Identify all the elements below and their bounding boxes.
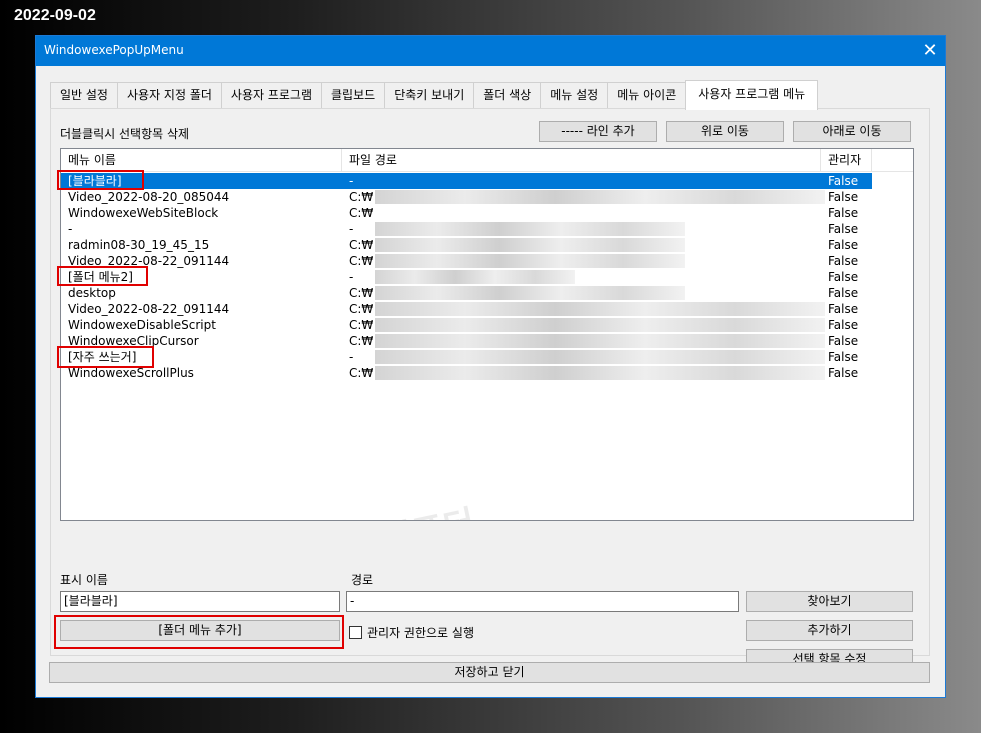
add-folder-menu-button[interactable]: [폴더 메뉴 추가]	[60, 620, 340, 641]
tab-general[interactable]: 일반 설정	[50, 82, 118, 108]
table-row[interactable]: desktop C:₩ False	[61, 285, 872, 301]
tab-custom-folder[interactable]: 사용자 지정 폴더	[116, 82, 222, 108]
menu-name-cell: desktop	[68, 286, 116, 300]
column-file-path[interactable]: 파일 경로	[342, 149, 821, 172]
browse-button[interactable]: 찾아보기	[746, 591, 913, 612]
redacted-path	[375, 350, 825, 364]
move-up-button[interactable]: 위로 이동	[666, 121, 784, 142]
redacted-path	[375, 334, 825, 348]
table-row[interactable]: [블라블라] - False	[61, 173, 872, 189]
table-row[interactable]: WindowexeScrollPlus C:₩ False	[61, 365, 872, 381]
admin-cell: False	[828, 334, 859, 348]
table-row[interactable]: radmin08-30_19_45_15 C:₩ False	[61, 237, 872, 253]
table-row[interactable]: Video_2022-08-22_091144 C:₩ False	[61, 301, 872, 317]
menu-name-cell: [자주 쓰는거]	[68, 350, 137, 364]
watermark-image: 컴퓨터	[377, 495, 479, 520]
window-title: WindowexePopUpMenu	[44, 43, 184, 57]
menu-name-cell: -	[68, 222, 73, 236]
run-as-admin-checkbox[interactable]	[349, 626, 362, 639]
column-menu-name[interactable]: 메뉴 이름	[61, 149, 342, 172]
menu-name-cell: Video_2022-08-22_091144	[68, 302, 230, 316]
admin-cell: False	[828, 174, 859, 188]
admin-cell: False	[828, 238, 859, 252]
move-down-button[interactable]: 아래로 이동	[793, 121, 911, 142]
run-as-admin-label: 관리자 권한으로 실행	[367, 626, 474, 640]
redacted-path	[375, 238, 685, 252]
admin-cell: False	[828, 206, 859, 220]
menu-name-cell: WindowexeScrollPlus	[68, 366, 194, 380]
admin-cell: False	[828, 270, 859, 284]
menu-name-cell: [블라블라]	[68, 174, 122, 188]
add-button[interactable]: 추가하기	[746, 620, 913, 641]
redacted-path	[375, 302, 825, 316]
table-row[interactable]: [자주 쓰는거] - False	[61, 349, 872, 365]
redacted-path	[375, 190, 825, 204]
date-stamp: 2022-09-02	[14, 7, 96, 24]
title-bar[interactable]: WindowexePopUpMenu ✕	[36, 36, 945, 66]
table-row[interactable]: WindowexeDisableScript C:₩ False	[61, 317, 872, 333]
redacted-path	[375, 222, 685, 236]
file-path-cell: C:₩	[349, 206, 374, 220]
menu-name-cell: WindowexeWebSiteBlock	[68, 206, 219, 220]
admin-cell: False	[828, 254, 859, 268]
table-row[interactable]: Video_2022-08-20_085044 C:₩ False	[61, 189, 872, 205]
double-click-hint: 더블클릭시 선택항목 삭제	[60, 127, 190, 141]
menu-name-cell: radmin08-30_19_45_15	[68, 238, 210, 252]
tab-menu-icon[interactable]: 메뉴 아이콘	[607, 82, 687, 108]
file-path-cell: -	[349, 174, 354, 188]
save-close-button[interactable]: 저장하고 닫기	[49, 662, 930, 683]
display-name-field[interactable]: [블라블라]	[60, 591, 340, 612]
menu-name-cell: Video_2022-08-20_085044	[68, 190, 230, 204]
admin-cell: False	[828, 318, 859, 332]
menu-name-cell: WindowexeClipCursor	[68, 334, 199, 348]
tab-folder-color[interactable]: 폴더 색상	[473, 82, 542, 108]
path-field[interactable]: -	[346, 591, 739, 612]
tab-panel: 더블클릭시 선택항목 삭제 ----- 라인 추가 위로 이동 아래로 이동 메…	[50, 108, 930, 670]
list-header: 메뉴 이름 파일 경로 관리자	[61, 149, 913, 172]
display-name-label: 표시 이름	[60, 573, 108, 587]
tab-user-program[interactable]: 사용자 프로그램	[220, 82, 323, 108]
redacted-path	[375, 254, 685, 268]
add-line-button[interactable]: ----- 라인 추가	[539, 121, 657, 142]
redacted-path	[375, 318, 825, 332]
redacted-path	[375, 270, 575, 284]
close-icon[interactable]: ✕	[915, 36, 945, 66]
table-row[interactable]: [폴더 메뉴2] - False	[61, 269, 872, 285]
menu-list[interactable]: 메뉴 이름 파일 경로 관리자 [블라블라] - False Video_2022-0…	[60, 148, 914, 521]
tab-send-shortcut[interactable]: 단축키 보내기	[384, 82, 475, 108]
tab-user-program-menu[interactable]: 사용자 프로그램 메뉴	[685, 80, 819, 110]
menu-name-cell: Video_2022-08-22_091144	[68, 254, 230, 268]
column-admin[interactable]: 관리자	[821, 149, 872, 172]
table-row[interactable]: WindowexeWebSiteBlock C:₩ False	[61, 205, 872, 221]
admin-cell: False	[828, 222, 859, 236]
table-row[interactable]: Video_2022-08-22_091144 C:₩ False	[61, 253, 872, 269]
tab-menu-settings[interactable]: 메뉴 설정	[540, 82, 609, 108]
menu-name-cell: WindowexeDisableScript	[68, 318, 216, 332]
path-label: 경로	[351, 573, 374, 587]
admin-cell: False	[828, 350, 859, 364]
admin-cell: False	[828, 302, 859, 316]
admin-cell: False	[828, 286, 859, 300]
redacted-path	[375, 366, 825, 380]
tab-strip: 일반 설정 사용자 지정 폴더 사용자 프로그램 클립보드 단축키 보내기 폴더…	[50, 80, 819, 110]
table-row[interactable]: - - False	[61, 221, 872, 237]
table-row[interactable]: WindowexeClipCursor C:₩ False	[61, 333, 872, 349]
admin-cell: False	[828, 366, 859, 380]
menu-name-cell: [폴더 메뉴2]	[68, 270, 133, 284]
app-window: WindowexePopUpMenu ✕ 일반 설정 사용자 지정 폴더 사용자…	[35, 35, 946, 698]
tab-clipboard[interactable]: 클립보드	[321, 82, 386, 108]
redacted-path	[375, 286, 685, 300]
admin-cell: False	[828, 190, 859, 204]
